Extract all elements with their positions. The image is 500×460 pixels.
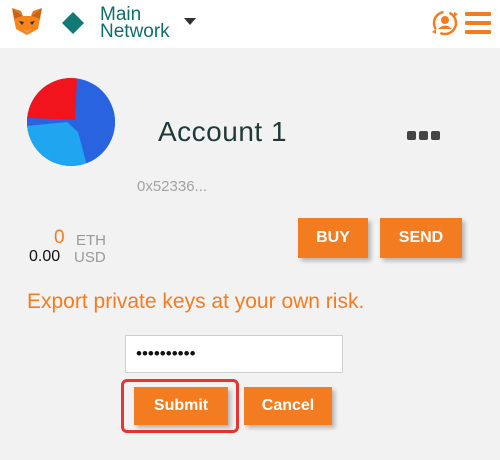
eth-amount: 0 <box>54 227 65 248</box>
cancel-button[interactable]: Cancel <box>244 387 332 425</box>
send-button[interactable]: SEND <box>380 218 462 258</box>
metamask-fox-icon[interactable] <box>10 7 44 37</box>
switch-account-icon[interactable] <box>430 8 460 38</box>
export-warning: Export private keys at your own risk. <box>27 290 365 313</box>
avatar <box>27 78 115 166</box>
hamburger-menu-icon[interactable] <box>465 12 491 34</box>
eth-unit: ETH <box>76 232 106 249</box>
account-name: Account 1 <box>158 116 288 147</box>
chevron-down-icon[interactable] <box>184 18 196 25</box>
network-name-line2: Network <box>100 21 170 42</box>
usd-unit: USD <box>74 249 106 266</box>
more-options-icon[interactable] <box>407 125 443 140</box>
network-selector[interactable]: Main Network <box>100 5 190 42</box>
account-address[interactable]: 0x52336... <box>137 178 207 195</box>
password-input[interactable] <box>125 335 343 373</box>
usd-amount: 0.00 <box>29 248 61 265</box>
network-diamond-icon <box>62 12 84 34</box>
buy-button[interactable]: BUY <box>298 218 368 258</box>
top-bar: Main Network <box>0 0 500 48</box>
submit-button[interactable]: Submit <box>134 387 228 425</box>
